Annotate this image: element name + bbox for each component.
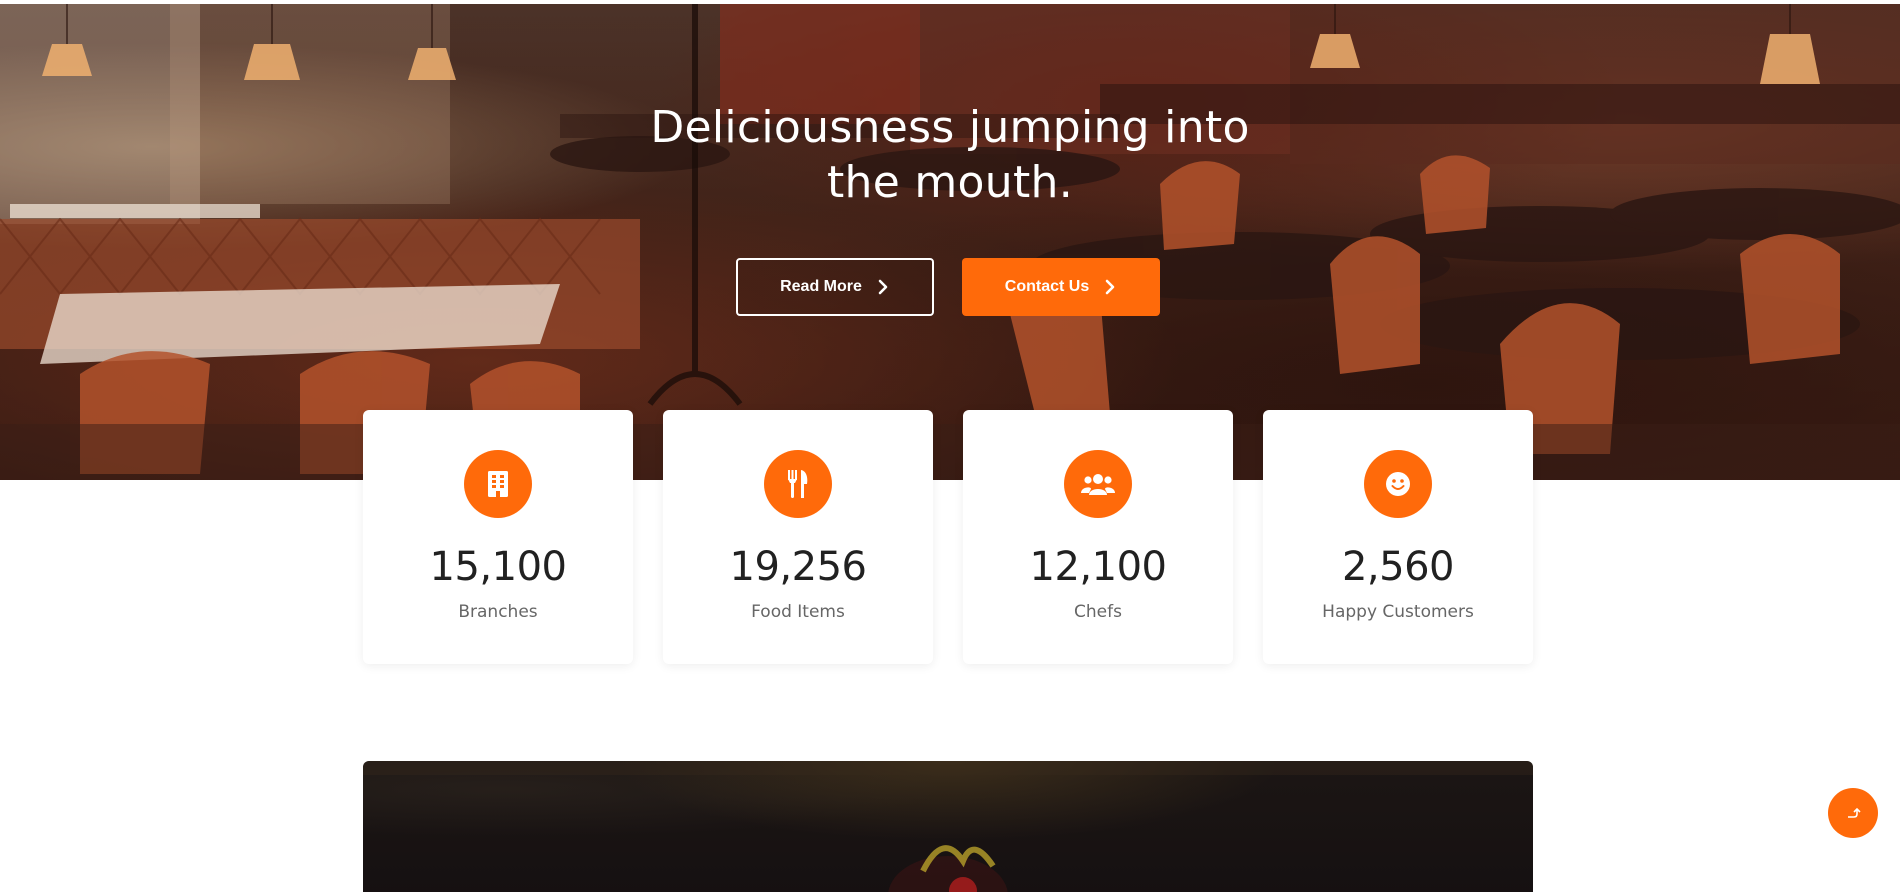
contact-us-label: Contact Us bbox=[1004, 278, 1090, 295]
hero-title: Deliciousness jumping into the mouth. bbox=[650, 100, 1250, 210]
restaurant-background-image bbox=[0, 4, 1900, 480]
arrow-up-icon bbox=[1848, 807, 1861, 818]
stat-value: 19,256 bbox=[729, 544, 867, 590]
food-image bbox=[363, 761, 1533, 892]
stat-value: 2,560 bbox=[1341, 544, 1455, 590]
stat-value: 15,100 bbox=[429, 544, 567, 590]
hero-banner: Deliciousness jumping into the mouth. Re… bbox=[0, 4, 1900, 480]
stat-value: 12,100 bbox=[1029, 544, 1167, 590]
stat-card-chefs: 12,100 Chefs bbox=[963, 410, 1233, 664]
stat-card-branches: 15,100 Branches bbox=[363, 410, 633, 664]
stat-label: Branches bbox=[458, 602, 538, 622]
stat-card-food-items: 19,256 Food Items bbox=[663, 410, 933, 664]
utensils-icon bbox=[764, 450, 832, 518]
stat-card-happy-customers: 2,560 Happy Customers bbox=[1263, 410, 1533, 664]
video-section-background bbox=[363, 761, 1533, 892]
stat-label: Food Items bbox=[751, 602, 845, 622]
stat-label: Chefs bbox=[1074, 602, 1122, 622]
hero-title-line2: the mouth. bbox=[827, 157, 1073, 208]
scroll-to-top-button[interactable] bbox=[1828, 788, 1878, 838]
contact-us-button[interactable]: Contact Us bbox=[962, 258, 1160, 316]
building-icon bbox=[464, 450, 532, 518]
read-more-label: Read More bbox=[780, 278, 862, 295]
users-icon bbox=[1064, 450, 1132, 518]
smile-icon bbox=[1364, 450, 1432, 518]
hero-title-line1: Deliciousness jumping into bbox=[650, 102, 1250, 153]
read-more-button[interactable]: Read More bbox=[736, 258, 934, 316]
stat-label: Happy Customers bbox=[1322, 602, 1474, 622]
chevron-right-icon bbox=[1105, 279, 1115, 295]
chevron-right-icon bbox=[878, 279, 888, 295]
stats-section: 15,100 Branches 19,256 Food Items 12,100… bbox=[363, 410, 1533, 664]
